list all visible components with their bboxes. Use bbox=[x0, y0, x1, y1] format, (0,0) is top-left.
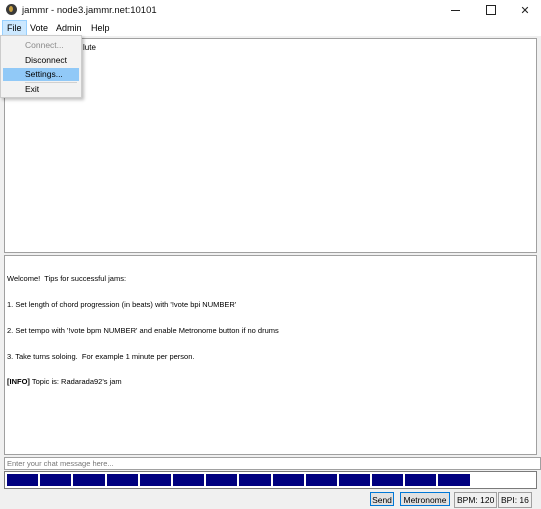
beat-segment bbox=[338, 474, 371, 486]
app-window: jammr - node3.jammr.net:10101 ✕ File Vot… bbox=[0, 0, 541, 509]
beat-segment bbox=[206, 474, 238, 486]
chat-log-content: Welcome! Tips for successful jams: 1. Se… bbox=[7, 258, 279, 404]
beat-segment bbox=[106, 474, 138, 486]
status-bar: Send Metronome BPM: 120 BPI: 16 bbox=[0, 491, 541, 509]
chat-line: Welcome! Tips for successful jams: bbox=[7, 274, 127, 284]
close-button[interactable]: ✕ bbox=[508, 0, 541, 20]
beat-segment bbox=[272, 474, 304, 486]
beat-segment bbox=[372, 474, 404, 486]
users-pane-text: lute bbox=[83, 43, 96, 52]
minimize-icon bbox=[450, 9, 460, 11]
chat-log[interactable]: Welcome! Tips for successful jams: 1. Se… bbox=[4, 255, 537, 455]
beat-segment bbox=[239, 474, 271, 486]
users-pane[interactable]: lute bbox=[4, 38, 537, 253]
menu-admin[interactable]: Admin bbox=[52, 21, 86, 35]
file-menu-dropdown: Connect... Disconnect Settings... Exit bbox=[0, 35, 82, 98]
maximize-button[interactable] bbox=[474, 0, 508, 20]
metronome-button[interactable]: Metronome bbox=[400, 492, 450, 506]
chat-message-input[interactable] bbox=[4, 457, 541, 470]
menu-item-settings[interactable]: Settings... bbox=[3, 68, 79, 81]
bpi-display: BPI: 16 bbox=[498, 492, 532, 508]
send-button[interactable]: Send bbox=[370, 492, 394, 506]
bpm-display: BPM: 120 bbox=[454, 492, 498, 508]
menu-item-exit[interactable]: Exit bbox=[3, 83, 79, 96]
beat-segment bbox=[139, 474, 171, 486]
menu-help[interactable]: Help bbox=[87, 21, 114, 35]
maximize-icon bbox=[486, 5, 496, 15]
beat-segment bbox=[7, 474, 39, 486]
chat-line: 3. Take turns soloing. For example 1 min… bbox=[7, 351, 195, 361]
beat-segment bbox=[40, 474, 72, 486]
chat-line: 1. Set length of chord progression (in b… bbox=[7, 299, 237, 309]
chat-line: 2. Set tempo with '!vote bpm NUMBER' and… bbox=[7, 325, 279, 335]
beat-segment bbox=[438, 474, 470, 486]
menu-bar: File Vote Admin Help bbox=[0, 20, 541, 36]
beat-progress-bar bbox=[4, 471, 537, 489]
menu-vote[interactable]: Vote bbox=[26, 21, 52, 35]
info-text: Topic is: Radarada92's jam bbox=[29, 377, 122, 387]
info-tag: [INFO] bbox=[7, 377, 30, 387]
beat-segment bbox=[405, 474, 437, 486]
close-icon: ✕ bbox=[520, 4, 530, 17]
menu-item-connect[interactable]: Connect... bbox=[3, 39, 79, 52]
minimize-button[interactable] bbox=[438, 0, 472, 20]
window-title: jammr - node3.jammr.net:10101 bbox=[22, 5, 157, 16]
beat-segment bbox=[305, 474, 337, 486]
chat-line-info: [INFO] Topic is: Radarada92's jam bbox=[7, 378, 279, 387]
app-logo-icon bbox=[6, 4, 17, 15]
beat-segment bbox=[73, 474, 105, 486]
menu-item-disconnect[interactable]: Disconnect bbox=[3, 54, 79, 67]
beat-segment bbox=[172, 474, 205, 486]
title-bar[interactable]: jammr - node3.jammr.net:10101 ✕ bbox=[0, 0, 541, 20]
menu-file[interactable]: File bbox=[2, 20, 27, 36]
